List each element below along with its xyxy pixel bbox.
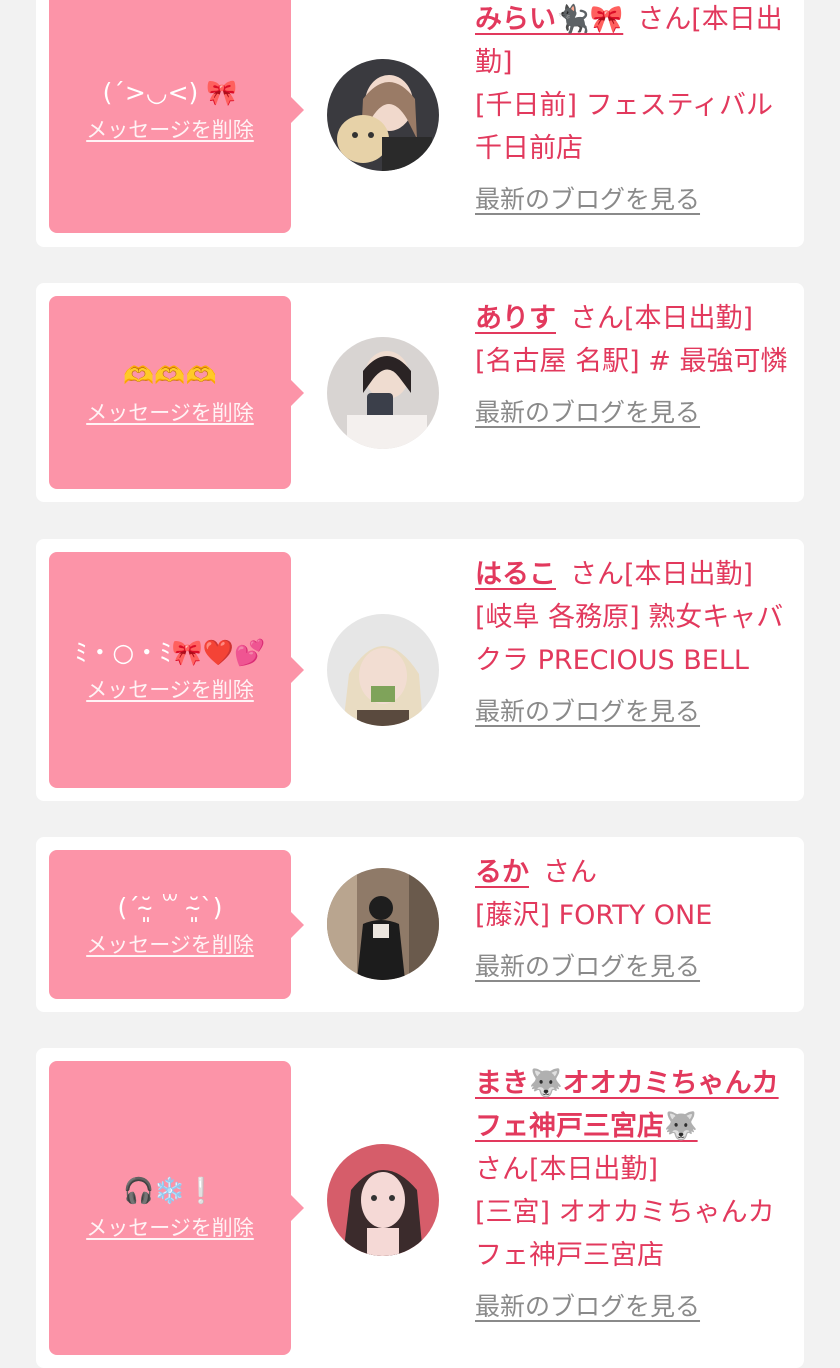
- latest-blog-link[interactable]: 最新のブログを見る: [475, 945, 700, 988]
- cast-name-link[interactable]: まき🐺オオカミちゃんカフェ神戸三宮店🐺: [475, 1068, 779, 1142]
- cast-info: はるこ さん[本日出勤] [岐阜 各務原] 熟女キャバクラ PRECIOUS BE…: [475, 553, 795, 733]
- cast-info: るか さん [藤沢] FORTY ONE 最新のブログを見る: [475, 851, 795, 988]
- delete-message-link[interactable]: メッセージを削除: [86, 399, 254, 427]
- cast-name-link[interactable]: ありす: [475, 303, 556, 334]
- cast-status: さん: [543, 857, 597, 888]
- cast-info: みらい🐈‍⬛🎀 さん[本日出勤] [千日前] フェスティバル千日前店 最新のブログ…: [475, 0, 795, 221]
- message-bubble: 🎧❄️❕ メッセージを削除: [49, 1061, 304, 1355]
- favorite-card: 🎧❄️❕ メッセージを削除 まき🐺オオカミちゃんカフェ神戸三宮店🐺 さん[本日出…: [36, 1048, 804, 1368]
- favorite-card: ﾐ・○・ﾐ🎀❤️💕 メッセージを削除 はるこ さん[本日出勤] [岐阜 各務原] …: [36, 539, 804, 801]
- message-bubble: ﾐ・○・ﾐ🎀❤️💕 メッセージを削除: [49, 552, 304, 788]
- favorite-card: (ˊ>◡<) 🎀 メッセージを削除 みらい🐈‍⬛🎀 さん[本日出勤] [千日前] …: [36, 0, 804, 247]
- avatar[interactable]: [327, 59, 439, 171]
- cast-status: さん[本日出勤]: [570, 303, 754, 334]
- shop-name: [名古屋 名駅] # 最強可憐: [475, 346, 788, 377]
- delete-message-link[interactable]: メッセージを削除: [86, 676, 254, 704]
- cast-name-link[interactable]: はるこ: [475, 559, 556, 590]
- avatar[interactable]: [327, 868, 439, 980]
- shop-name: [千日前] フェスティバル千日前店: [475, 90, 774, 164]
- cast-name-link[interactable]: るか: [475, 857, 529, 888]
- message-text: (ˊ˘̴͈ ꒳ ˘̴͈ˋ): [117, 892, 223, 922]
- delete-message-link[interactable]: メッセージを削除: [86, 1214, 254, 1242]
- message-text: 🫶🫶🫶: [123, 360, 217, 390]
- avatar[interactable]: [327, 614, 439, 726]
- shop-name: [岐阜 各務原] 熟女キャバクラ PRECIOUS BELL: [475, 602, 784, 676]
- cast-info: ありす さん[本日出勤] [名古屋 名駅] # 最強可憐 最新のブログを見る: [475, 297, 795, 434]
- cast-status: さん[本日出勤]: [570, 559, 754, 590]
- cast-name-link[interactable]: みらい🐈‍⬛🎀: [475, 4, 623, 35]
- latest-blog-link[interactable]: 最新のブログを見る: [475, 1285, 700, 1328]
- avatar[interactable]: [327, 337, 439, 449]
- delete-message-link[interactable]: メッセージを削除: [86, 116, 254, 144]
- latest-blog-link[interactable]: 最新のブログを見る: [475, 690, 700, 733]
- latest-blog-link[interactable]: 最新のブログを見る: [475, 178, 700, 221]
- avatar[interactable]: [327, 1144, 439, 1256]
- favorite-card: (ˊ˘̴͈ ꒳ ˘̴͈ˋ) メッセージを削除 るか さん [藤沢] FORTY O…: [36, 837, 804, 1012]
- message-bubble: (ˊ˘̴͈ ꒳ ˘̴͈ˋ) メッセージを削除: [49, 850, 304, 999]
- message-text: ﾐ・○・ﾐ🎀❤️💕: [74, 638, 266, 667]
- message-text: (ˊ>◡<) 🎀: [102, 77, 238, 107]
- delete-message-link[interactable]: メッセージを削除: [86, 931, 254, 959]
- cast-info: まき🐺オオカミちゃんカフェ神戸三宮店🐺 さん[本日出勤] [三宮] オオカミちゃ…: [475, 1062, 795, 1328]
- latest-blog-link[interactable]: 最新のブログを見る: [475, 391, 700, 434]
- message-bubble: (ˊ>◡<) 🎀 メッセージを削除: [49, 0, 304, 233]
- shop-name: [藤沢] FORTY ONE: [475, 900, 713, 931]
- message-bubble: 🫶🫶🫶 メッセージを削除: [49, 296, 304, 489]
- message-text: 🎧❄️❕: [123, 1176, 217, 1205]
- cast-status: さん[本日出勤]: [475, 1154, 659, 1185]
- shop-name: [三宮] オオカミちゃんカフェ神戸三宮店: [475, 1197, 775, 1271]
- favorite-card: 🫶🫶🫶 メッセージを削除 ありす さん[本日出勤] [名古屋 名駅] # 最強可憐…: [36, 283, 804, 502]
